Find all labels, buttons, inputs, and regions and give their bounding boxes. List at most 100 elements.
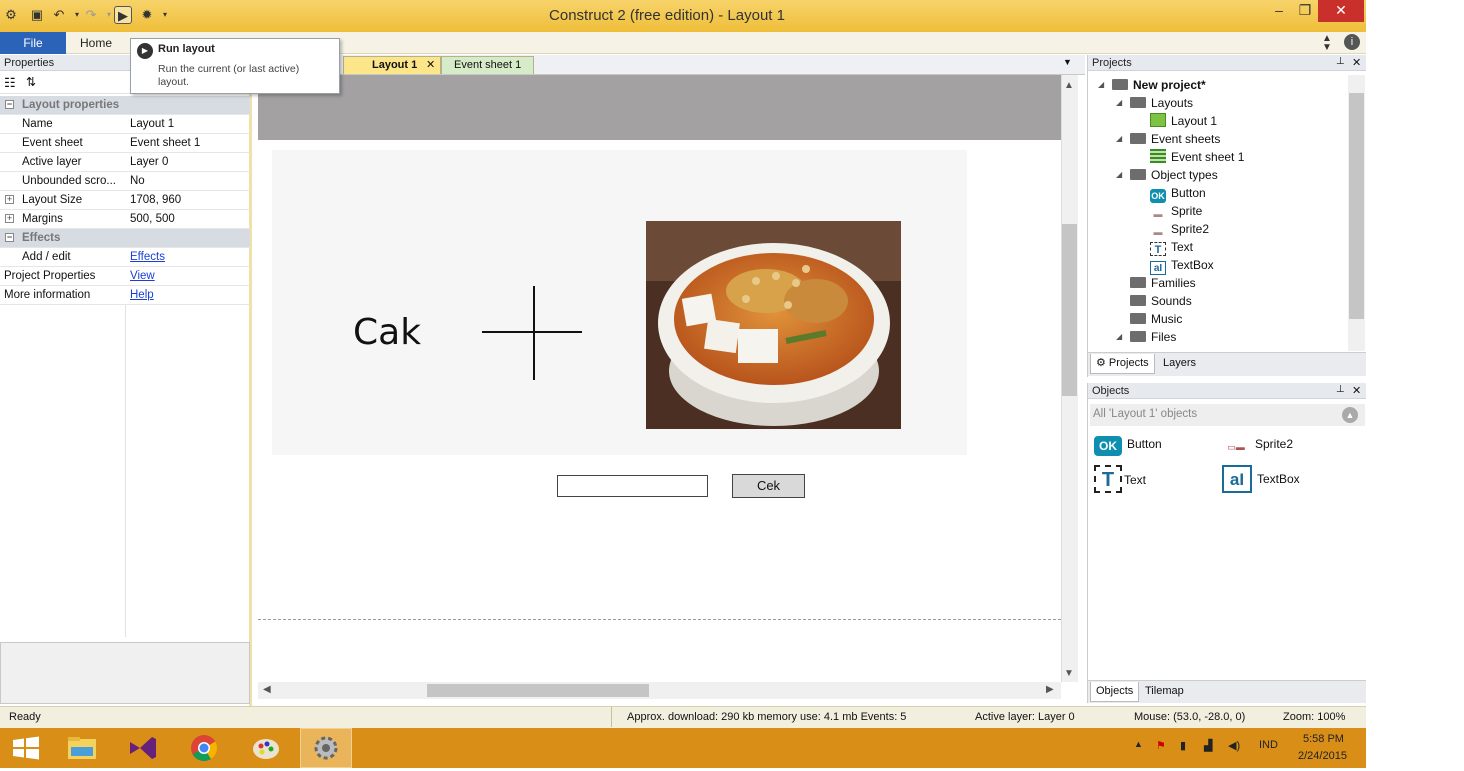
tree-type-textbox[interactable]: aI TextBox xyxy=(1150,256,1214,275)
tree-files[interactable]: ◢ Files xyxy=(1116,328,1176,346)
text-object-cak[interactable]: Cak xyxy=(353,312,421,353)
prop-row-info[interactable]: More information Help xyxy=(0,286,250,305)
close-button[interactable]: ✕ xyxy=(1318,0,1364,22)
file-explorer-icon[interactable] xyxy=(56,728,108,768)
prop-row[interactable]: Event sheet Event sheet 1 xyxy=(0,134,250,153)
horizontal-scroll-thumb[interactable] xyxy=(427,684,649,697)
vertical-scroll-thumb[interactable] xyxy=(1062,224,1077,396)
projects-scroll-thumb[interactable] xyxy=(1349,93,1364,319)
minimize-button[interactable]: – xyxy=(1266,0,1292,22)
tree-event-sheets[interactable]: ◢ Event sheets xyxy=(1116,130,1220,148)
maximize-button[interactable]: ❐ xyxy=(1292,0,1318,22)
redo-icon[interactable]: ↷ xyxy=(82,6,100,24)
tree-layouts[interactable]: ◢ Layouts xyxy=(1116,94,1193,112)
tree-type-sprite2[interactable]: ▬ Sprite2 xyxy=(1150,220,1210,238)
paint-icon[interactable] xyxy=(240,728,292,768)
group-effects[interactable]: − Effects xyxy=(0,229,250,248)
tree-type-sprite[interactable]: ▬ Sprite xyxy=(1150,202,1203,220)
tab-layout-1[interactable]: Layout 1 ✕ xyxy=(343,56,441,74)
tray-expand-icon[interactable]: ▲ xyxy=(1134,739,1143,749)
scroll-down-icon[interactable]: ▼ xyxy=(1064,668,1074,679)
pin-icon[interactable]: ⊥ xyxy=(1336,56,1345,67)
collapse-icon[interactable]: − xyxy=(5,100,14,109)
prop-row[interactable]: + Margins 500, 500 xyxy=(0,210,250,229)
home-tab[interactable]: Home xyxy=(66,32,126,54)
group-layout-properties[interactable]: − Layout properties xyxy=(0,96,250,115)
save-icon[interactable]: ▣ xyxy=(28,6,46,24)
language-indicator[interactable]: IND xyxy=(1259,739,1278,751)
app-gear-icon[interactable]: ⚙ xyxy=(2,6,20,24)
expand-icon[interactable]: + xyxy=(5,214,14,223)
expand-triangle-icon[interactable]: ◢ xyxy=(1116,166,1122,184)
textbox-object[interactable] xyxy=(557,475,708,497)
prop-row[interactable]: Active layer Layer 0 xyxy=(0,153,250,172)
help-link[interactable]: Help xyxy=(130,286,248,304)
object-item-textbox[interactable]: aI TextBox xyxy=(1222,465,1300,495)
tooltip-description: Run the current (or last active) layout. xyxy=(158,63,300,88)
tab-tilemap[interactable]: Tilemap xyxy=(1140,682,1189,702)
scroll-up-icon[interactable]: ▲ xyxy=(1064,80,1074,91)
up-folder-icon[interactable]: ▲ xyxy=(1342,407,1358,423)
effects-link[interactable]: Effects xyxy=(130,248,248,266)
action-center-icon[interactable]: ⚑ xyxy=(1156,739,1166,752)
clock-time[interactable]: 5:58 PM xyxy=(1303,733,1344,745)
undo-icon[interactable]: ↶ xyxy=(50,6,68,24)
categorized-icon[interactable]: ☷ xyxy=(4,75,16,91)
object-item-text[interactable]: T Text xyxy=(1094,465,1146,495)
help-icon[interactable]: i xyxy=(1344,34,1360,50)
tree-families[interactable]: Families xyxy=(1130,274,1196,292)
scroll-left-icon[interactable]: ◀ xyxy=(263,684,271,695)
expand-icon[interactable]: + xyxy=(5,195,14,204)
tree-root[interactable]: ◢ New project* xyxy=(1098,76,1206,94)
prop-row[interactable]: + Layout Size 1708, 960 xyxy=(0,191,250,210)
sprite2-food-image[interactable] xyxy=(646,221,901,429)
tree-type-button[interactable]: OK Button xyxy=(1150,184,1206,203)
tab-projects[interactable]: ⚙ Projects xyxy=(1090,354,1155,374)
tab-objects[interactable]: Objects xyxy=(1090,682,1140,702)
file-tab[interactable]: File xyxy=(0,32,66,54)
expand-triangle-icon[interactable]: ◢ xyxy=(1116,328,1122,346)
close-tab-icon[interactable]: ✕ xyxy=(426,57,435,74)
cek-button[interactable]: Cek xyxy=(732,474,805,498)
scroll-right-icon[interactable]: ▶ xyxy=(1046,684,1054,695)
prop-row[interactable]: Unbounded scro... No xyxy=(0,172,250,191)
panel-close-icon[interactable]: ✕ xyxy=(1352,56,1361,69)
horizontal-scrollbar[interactable] xyxy=(258,682,1061,699)
start-button[interactable] xyxy=(0,728,52,768)
pin-icon[interactable]: ⊥ xyxy=(1336,384,1345,395)
tree-type-text[interactable]: T Text xyxy=(1150,238,1193,256)
expand-triangle-icon[interactable]: ◢ xyxy=(1116,94,1122,112)
tabs-dropdown-icon[interactable]: ▼ xyxy=(1063,57,1072,67)
panel-close-icon[interactable]: ✕ xyxy=(1352,384,1361,397)
tab-layers[interactable]: Layers xyxy=(1158,354,1201,374)
ribbon-collapse-icon[interactable]: ▲ ▼ xyxy=(1322,34,1332,53)
volume-icon[interactable]: ◀) xyxy=(1228,739,1240,752)
object-item-sprite2[interactable]: ▭▬ Sprite2 xyxy=(1222,435,1293,465)
tree-music[interactable]: Music xyxy=(1130,310,1182,328)
prop-row[interactable]: Name Layout 1 xyxy=(0,115,250,134)
object-item-button[interactable]: OK Button xyxy=(1094,435,1162,465)
objects-filter[interactable]: All 'Layout 1' objects xyxy=(1090,404,1365,426)
tree-object-types[interactable]: ◢ Object types xyxy=(1116,166,1218,184)
debug-icon[interactable]: ✹ xyxy=(138,6,156,24)
tab-event-sheet-1[interactable]: Event sheet 1 xyxy=(441,56,534,74)
view-link[interactable]: View xyxy=(130,267,248,285)
visual-studio-icon[interactable] xyxy=(116,728,168,768)
sort-alpha-icon[interactable]: ⇅ xyxy=(26,75,36,89)
tree-layout-1[interactable]: Layout 1 xyxy=(1150,112,1217,130)
collapse-icon[interactable]: − xyxy=(5,233,14,242)
prop-row-effects[interactable]: Add / edit Effects xyxy=(0,248,250,267)
quick-access-dropdown-icon[interactable]: ▾ xyxy=(156,6,174,24)
network-icon[interactable]: ▟ xyxy=(1204,739,1212,752)
run-layout-icon[interactable]: ▶ xyxy=(114,6,132,24)
chrome-icon[interactable] xyxy=(178,728,230,768)
power-icon[interactable]: ▮ xyxy=(1180,739,1186,752)
expand-triangle-icon[interactable]: ◢ xyxy=(1098,76,1104,94)
clock-date[interactable]: 2/24/2015 xyxy=(1298,750,1347,762)
construct2-taskbar-icon[interactable] xyxy=(300,728,352,768)
prop-row-project[interactable]: Project Properties View xyxy=(0,267,250,286)
expand-triangle-icon[interactable]: ◢ xyxy=(1116,130,1122,148)
tree-event-sheet-1[interactable]: Event sheet 1 xyxy=(1150,148,1244,166)
crosshair-sprite[interactable] xyxy=(480,286,584,380)
tree-sounds[interactable]: Sounds xyxy=(1130,292,1192,310)
